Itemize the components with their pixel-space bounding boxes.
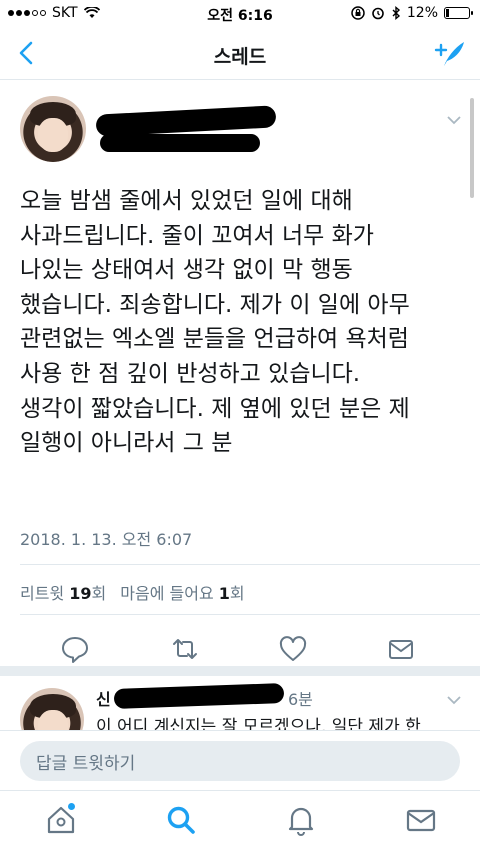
- retweet-icon[interactable]: [170, 634, 200, 664]
- redacted-author-name: [95, 105, 277, 137]
- reply-icon[interactable]: [60, 634, 90, 664]
- tweet-body-text: 오늘 밤샘 줄에서 있었던 일에 대해 사과드립니다. 줄이 꼬여서 너무 화가…: [20, 188, 410, 457]
- tab-search[interactable]: [164, 803, 198, 837]
- divider: [20, 564, 480, 565]
- like-count[interactable]: 마음에 들어요 1회: [120, 580, 244, 604]
- divider: [20, 614, 480, 615]
- reply-options-chevron-icon[interactable]: [446, 692, 462, 708]
- tweet-options-chevron-icon[interactable]: [446, 112, 462, 128]
- reply-body-text: 이 어디 계신지는 잘 모르겠으나, 일단 제가 한: [96, 717, 421, 730]
- section-divider: [0, 666, 480, 676]
- status-bar: SKT 오전 6:16 12%: [0, 0, 480, 28]
- scroll-indicator[interactable]: [470, 98, 474, 198]
- author-avatar[interactable]: [20, 96, 86, 162]
- page-title: 스레드: [213, 46, 267, 68]
- tweet-timestamp: 2018. 1. 13. 오전 6:07: [20, 530, 193, 549]
- reply-composer: 답글 트윗하기: [0, 730, 480, 790]
- new-content-dot: [68, 803, 75, 810]
- bluetooth-icon: [392, 6, 400, 20]
- battery-icon: [444, 7, 473, 19]
- retweet-count[interactable]: 리트윗 19회: [20, 580, 106, 604]
- like-heart-icon[interactable]: [278, 634, 308, 664]
- tweet-stats: 리트윗 19회 마음에 들어요 1회: [20, 580, 245, 604]
- status-right: 12%: [351, 5, 473, 21]
- notifications-bell-icon: [288, 807, 314, 836]
- bottom-tab-bar: [0, 790, 480, 854]
- compose-tweet-icon[interactable]: [434, 38, 466, 70]
- search-icon: [167, 806, 195, 834]
- reply-tweet[interactable]: 신 6분 이 어디 계신지는 잘 모르겠으나, 일단 제가 한: [0, 676, 480, 730]
- battery-percent: 12%: [406, 5, 438, 21]
- rotation-lock-icon: [351, 6, 365, 20]
- navigation-bar: 스레드: [0, 28, 480, 80]
- direct-message-icon[interactable]: [386, 634, 416, 664]
- alarm-icon: [372, 7, 384, 20]
- reply-input[interactable]: 답글 트윗하기: [20, 741, 460, 781]
- reply-author-name: 신: [96, 690, 111, 709]
- reply-author-avatar[interactable]: [20, 688, 84, 730]
- messages-envelope-icon: [406, 809, 436, 832]
- redacted-author-handle: [100, 134, 260, 152]
- tab-notifications[interactable]: [284, 803, 318, 837]
- reply-timestamp: 6분: [288, 690, 313, 709]
- redacted-reply-handle: [113, 683, 285, 709]
- tab-messages[interactable]: [404, 803, 438, 837]
